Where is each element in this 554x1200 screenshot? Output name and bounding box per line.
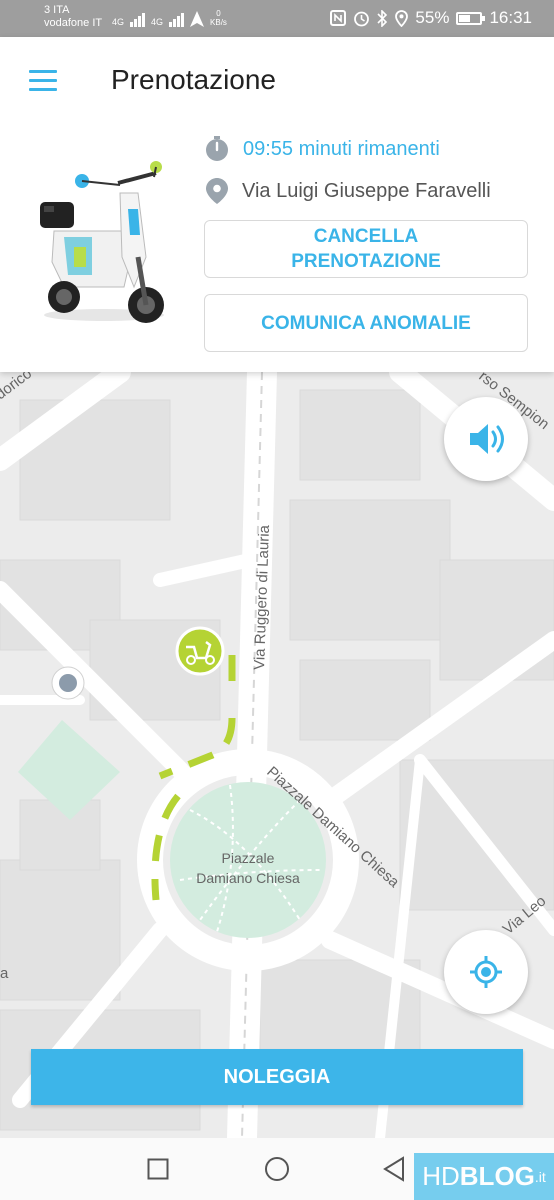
watermark-blog: BLOG <box>459 1161 535 1191</box>
network-type-2: 4G <box>151 17 164 27</box>
scooter-image <box>40 161 164 323</box>
battery-icon <box>456 11 486 25</box>
address-row: Via Luigi Giuseppe Faravelli <box>205 178 491 204</box>
status-right: 55% 16:31 <box>330 8 532 28</box>
timer-row: 09:55 minuti rimanenti <box>205 136 440 162</box>
hamburger-menu-icon[interactable] <box>29 70 57 92</box>
carrier-info: 3 ITA vodafone IT <box>44 4 102 30</box>
map-canvas[interactable]: dorico rso Sempion Via Ruggero di Lauria… <box>0 372 554 1138</box>
back-triangle-icon[interactable] <box>382 1156 406 1182</box>
rent-button[interactable]: NOLEGGIA <box>31 1049 523 1105</box>
navigation-arrow-icon <box>190 11 205 27</box>
network-speed: 0 KB/s <box>210 9 227 27</box>
cancel-label-line1: CANCELLA <box>313 226 419 247</box>
home-circle-icon[interactable] <box>264 1156 290 1182</box>
sound-button[interactable] <box>444 397 528 481</box>
hdblog-watermark: HD BLOG .it <box>414 1153 554 1200</box>
cancel-label-line2: PRENOTAZIONE <box>291 251 441 272</box>
battery-percent: 55% <box>415 8 450 27</box>
signal-icons: 4G 4G 0 KB/s <box>112 9 227 27</box>
speaker-icon <box>470 424 504 454</box>
signal-bars-icon <box>130 11 146 27</box>
alarm-icon <box>354 11 370 26</box>
stopwatch-icon <box>206 136 228 161</box>
reservation-card: Prenotazione 09:55 minuti rimanenti Via … <box>0 37 554 372</box>
status-bar: 3 ITA vodafone IT 4G 4G 0 KB/s 55% 16:31 <box>0 0 554 37</box>
signal-bars-icon <box>169 11 185 27</box>
watermark-suffix: .it <box>534 1168 546 1185</box>
street-label-edge: a <box>0 965 9 982</box>
crosshair-location-icon <box>470 956 502 988</box>
battery-fill <box>459 14 471 22</box>
speed-unit: KB/s <box>210 18 227 27</box>
piazza-label-line2: Damiano Chiesa <box>196 870 300 886</box>
my-location-button[interactable] <box>444 930 528 1014</box>
report-issue-button[interactable]: COMUNICA ANOMALIE <box>204 294 528 352</box>
bluetooth-icon <box>377 9 388 27</box>
recents-square-icon[interactable] <box>147 1158 169 1180</box>
map-pin-icon <box>206 178 228 204</box>
network-type-1: 4G <box>112 17 125 27</box>
carrier-line1: 3 ITA <box>44 4 70 16</box>
nfc-icon <box>330 10 347 26</box>
cancel-reservation-button[interactable]: CANCELLA PRENOTAZIONE <box>204 220 528 278</box>
page-title: Prenotazione <box>111 64 277 95</box>
clock: 16:31 <box>489 8 532 27</box>
watermark-hd: HD <box>422 1161 460 1191</box>
piazza-label-line1: Piazzale <box>222 850 275 866</box>
location-icon <box>395 9 409 27</box>
address-text: Via Luigi Giuseppe Faravelli <box>242 179 491 202</box>
speed-value: 0 <box>216 9 221 18</box>
timer-text: 09:55 minuti rimanenti <box>243 137 440 160</box>
scooter-marker[interactable] <box>175 626 225 676</box>
carrier-line2: vodafone IT <box>44 17 103 29</box>
map-view[interactable]: dorico rso Sempion Via Ruggero di Lauria… <box>0 372 554 1138</box>
